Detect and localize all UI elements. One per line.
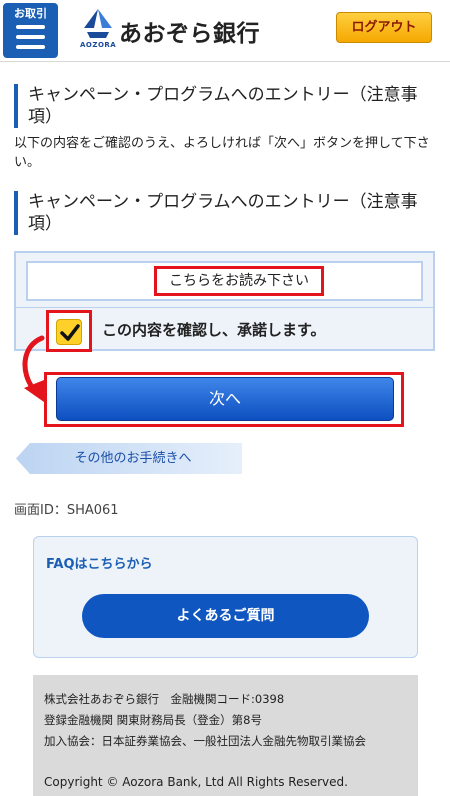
footer-company: 株式会社あおぞら銀行 金融機関コード:0398 [44, 692, 285, 706]
brand-sub: AOZORA [80, 41, 117, 49]
other-procedures-button[interactable]: その他のお手続きへ [16, 443, 242, 474]
notice-link-area: こちらをお読み下さい [26, 261, 423, 301]
hamburger-menu-icon [16, 25, 45, 29]
agree-checkbox[interactable] [56, 319, 82, 345]
faq-box: FAQはこちらから よくあるご質問 [33, 536, 418, 658]
menu-label: お取引 [14, 7, 47, 20]
footer-associations: 加入協会：日本証券業協会、一般社団法人金融先物取引業協会 [44, 734, 366, 748]
notice-box: こちらをお読み下さい この内容を確認し、承諾します。 [14, 251, 435, 352]
agree-row: この内容を確認し、承諾します。 [16, 307, 433, 352]
aozora-logo-icon [84, 9, 112, 38]
hamburger-menu-icon [16, 45, 45, 49]
faq-button[interactable]: よくあるご質問 [82, 594, 369, 638]
brand-name: あおぞら銀行 [119, 21, 260, 47]
hamburger-menu-icon [16, 35, 45, 39]
copyright: Copyright © Aozora Bank, Ltd All Rights … [44, 775, 348, 789]
app-header: お取引 AOZORA あおぞら銀行 ログアウト [0, 0, 450, 62]
section-title: キャンペーン・プログラムへのエントリー（注意事項） [14, 191, 434, 235]
intro-text: 以下の内容をご確認のうえ、よろしければ「次へ」ボタンを押して下さい。 [14, 136, 430, 170]
screen-id: 画面ID：SHA061 [14, 503, 119, 518]
faq-title: FAQはこちらから [46, 557, 153, 572]
checkmark-icon [60, 324, 80, 341]
menu-button[interactable]: お取引 [3, 3, 58, 58]
next-button[interactable]: 次へ [56, 377, 394, 421]
page-title: キャンペーン・プログラムへのエントリー（注意事項） [14, 84, 434, 128]
logout-button[interactable]: ログアウト [336, 12, 432, 43]
agree-label: この内容を確認し、承諾します。 [102, 321, 326, 339]
footer-registration: 登録金融機関 関東財務局長（登金）第8号 [44, 713, 262, 727]
footer: 株式会社あおぞら銀行 金融機関コード:0398 登録金融機関 関東財務局長（登金… [33, 675, 418, 796]
read-terms-link[interactable]: こちらをお読み下さい [154, 266, 324, 296]
